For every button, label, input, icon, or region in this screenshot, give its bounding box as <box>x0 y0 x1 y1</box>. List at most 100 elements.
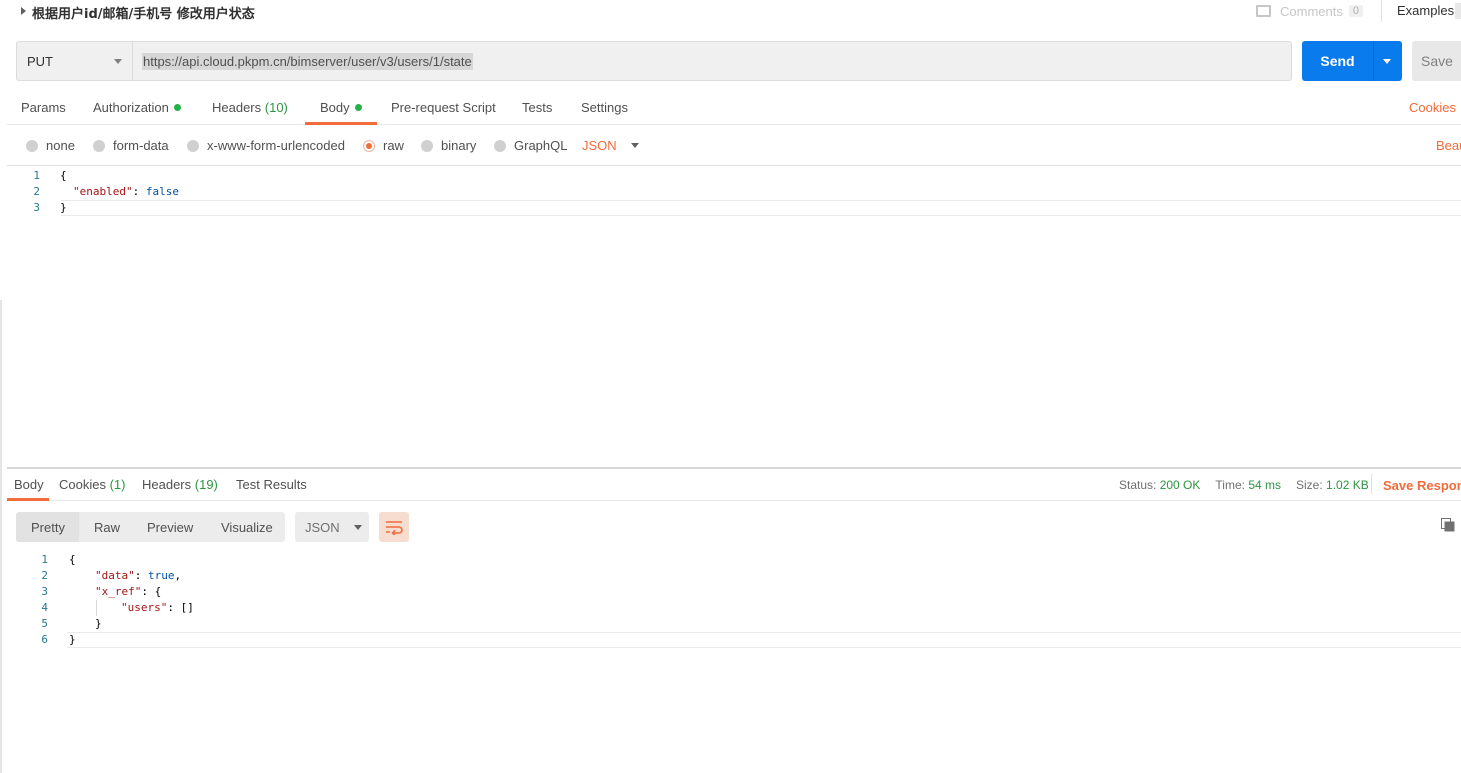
response-tab-body[interactable]: Body <box>14 477 44 492</box>
tab-headers[interactable]: Headers (10) <box>212 100 288 124</box>
wrap-lines-button[interactable] <box>379 512 409 542</box>
response-tab-headers[interactable]: Headers (19) <box>142 477 218 492</box>
tab-tests[interactable]: Tests <box>522 100 552 124</box>
response-tab-headers-label: Headers <box>142 477 192 492</box>
json-value: false <box>145 185 179 198</box>
comment-icon <box>1256 5 1271 17</box>
json-value: true <box>148 569 175 582</box>
view-mode-visualize[interactable]: Visualize <box>221 520 273 535</box>
tab-params[interactable]: Params <box>21 100 66 124</box>
response-format-select[interactable]: JSON <box>295 512 369 542</box>
response-tab-cookies-count: (1) <box>109 477 126 492</box>
request-tabs: Params Authorization Headers (10) Body P… <box>7 92 1461 125</box>
response-tab-cookies-label: Cookies <box>59 477 106 492</box>
radio-form-data[interactable]: form-data <box>93 138 169 153</box>
chevron-down-icon <box>353 524 362 530</box>
time-label: Time: <box>1215 478 1245 492</box>
tab-body-label: Body <box>320 100 350 115</box>
wrap-lines-icon <box>386 521 403 535</box>
radio-none[interactable]: none <box>26 138 75 153</box>
tab-body[interactable]: Body <box>320 100 362 124</box>
send-button[interactable]: Send <box>1302 41 1402 81</box>
tab-authorization[interactable]: Authorization <box>93 100 181 124</box>
line-number: 3 <box>33 201 40 214</box>
size-label: Size: <box>1296 478 1323 492</box>
size-value[interactable]: 1.02 KB <box>1326 478 1369 492</box>
response-body-viewer[interactable]: 1 2 3 4 5 6 { "data": true, "x_ref": { "… <box>7 552 1461 773</box>
response-view-modes: Pretty Raw Preview Visualize <box>16 512 285 542</box>
request-header: 根据用户id/邮箱/手机号 修改用户状态 Comments 0 Examples <box>0 0 1461 28</box>
line-number: 2 <box>33 185 40 198</box>
json-key: "enabled" <box>73 185 133 198</box>
body-format-value: JSON <box>582 138 617 153</box>
radio-binary[interactable]: binary <box>421 138 476 153</box>
url-text: https://api.cloud.pkpm.cn/bimserver/user… <box>142 52 473 70</box>
line-number: 4 <box>41 601 48 614</box>
radio-form-data-label: form-data <box>113 138 169 153</box>
chevron-down-icon <box>114 59 122 64</box>
line-number: 2 <box>41 569 48 582</box>
code-brace-open: { <box>60 169 67 182</box>
radio-icon <box>494 139 506 152</box>
status-divider <box>1371 474 1372 494</box>
request-title[interactable]: 根据用户id/邮箱/手机号 修改用户状态 <box>32 3 255 22</box>
code-inner-close: } <box>95 617 102 630</box>
examples-button[interactable]: Examples <box>1397 3 1454 18</box>
tab-prerequest-script[interactable]: Pre-request Script <box>391 100 496 124</box>
radio-none-label: none <box>46 138 75 153</box>
radio-urlencoded[interactable]: x-www-form-urlencoded <box>187 138 345 153</box>
code-line: "enabled": false <box>73 185 179 198</box>
json-key: "users" <box>121 601 168 614</box>
send-options-chevron-icon[interactable] <box>1383 58 1391 64</box>
current-line-highlight <box>61 200 1461 216</box>
status-dot-icon <box>354 104 362 111</box>
status-value[interactable]: 200 OK <box>1160 478 1201 492</box>
left-pane-border <box>0 300 2 773</box>
examples-dropdown-edge[interactable] <box>1455 3 1461 19</box>
view-mode-preview[interactable]: Preview <box>147 520 193 535</box>
line-number: 3 <box>41 585 48 598</box>
response-tab-test-results[interactable]: Test Results <box>236 477 307 492</box>
comments-button[interactable]: Comments 0 <box>1256 2 1363 20</box>
radio-icon <box>93 139 105 152</box>
send-divider <box>1373 41 1374 81</box>
method-select[interactable]: PUT <box>17 42 133 80</box>
status-label: Status: <box>1119 478 1157 492</box>
response-format-value: JSON <box>305 519 340 535</box>
save-button[interactable]: Save <box>1412 41 1461 81</box>
json-value: [] <box>180 601 194 614</box>
active-tab-indicator <box>305 122 377 125</box>
status-dot-icon <box>173 104 181 111</box>
tab-settings[interactable]: Settings <box>581 100 628 124</box>
copy-icon[interactable] <box>1441 518 1455 532</box>
request-body-editor[interactable]: 1 2 3 { "enabled": false } <box>7 165 1461 467</box>
cookies-link[interactable]: Cookies <box>1409 100 1456 115</box>
save-response-button[interactable]: Save Respons <box>1383 478 1461 493</box>
code-line: "data": true, <box>95 569 182 582</box>
beautify-link[interactable]: Beau <box>1436 138 1461 153</box>
radio-graphql[interactable]: GraphQL <box>494 138 567 153</box>
radio-urlencoded-label: x-www-form-urlencoded <box>207 138 345 153</box>
collapse-caret-icon[interactable] <box>21 7 26 15</box>
view-mode-pretty[interactable]: Pretty <box>31 520 65 535</box>
comments-count-badge: 0 <box>1348 5 1363 17</box>
radio-selected-icon <box>363 139 375 152</box>
line-number: 6 <box>41 633 48 646</box>
method-value: PUT <box>27 53 53 69</box>
response-tab-cookies[interactable]: Cookies (1) <box>59 477 125 492</box>
body-format-select[interactable]: JSON <box>582 138 639 153</box>
response-tab-headers-count: (19) <box>194 477 218 492</box>
code-brace-close: } <box>69 633 76 646</box>
code-line: "users": [] <box>121 601 194 614</box>
code-line: "x_ref": { <box>95 585 162 598</box>
time-value[interactable]: 54 ms <box>1248 478 1281 492</box>
radio-icon <box>421 139 433 152</box>
url-input[interactable]: https://api.cloud.pkpm.cn/bimserver/user… <box>133 42 1291 80</box>
json-colon: : <box>132 185 146 198</box>
view-mode-raw[interactable]: Raw <box>94 520 120 535</box>
tab-headers-count: (10) <box>264 100 288 115</box>
radio-raw[interactable]: raw <box>363 138 404 153</box>
current-line-highlight <box>67 632 1461 648</box>
tab-authorization-label: Authorization <box>93 100 169 115</box>
tab-headers-label: Headers <box>212 100 262 115</box>
